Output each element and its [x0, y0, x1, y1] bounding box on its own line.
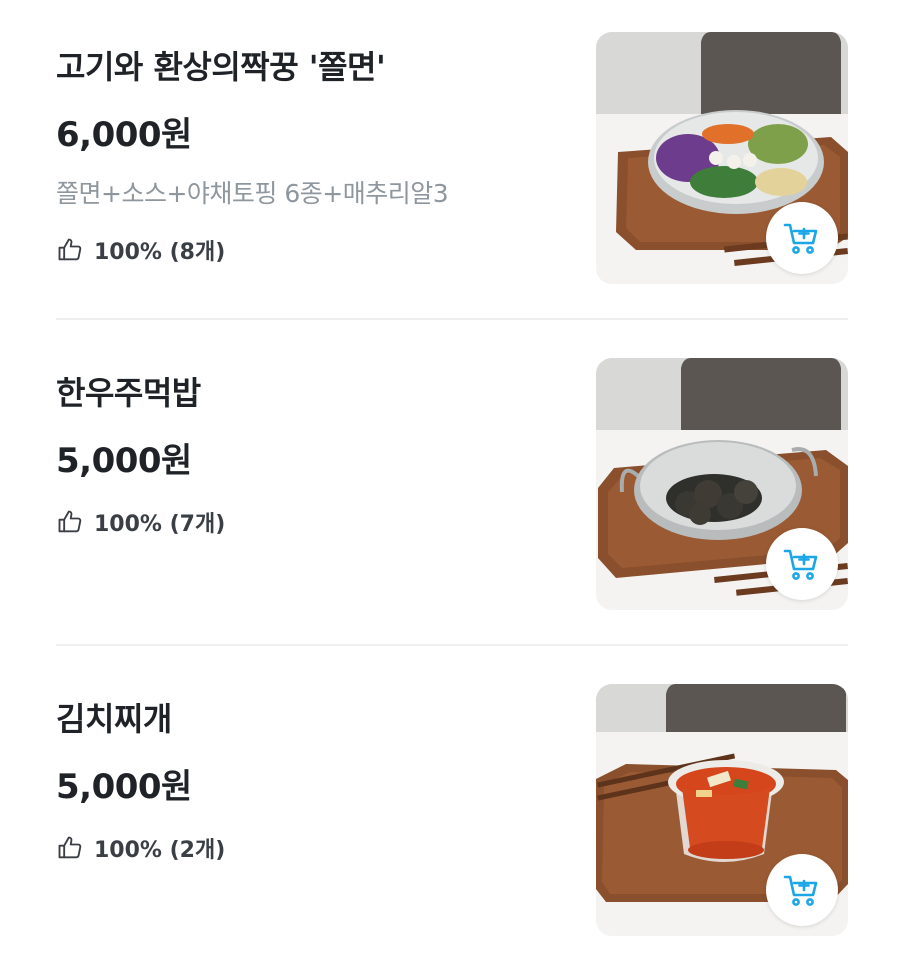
menu-item-rating: 100% (8개): [56, 234, 225, 266]
add-to-cart-button[interactable]: [766, 202, 838, 274]
menu-item-photo[interactable]: [596, 32, 848, 284]
menu-item-name: 고기와 환상의짝꿍 '쫄면': [56, 48, 386, 86]
menu-item-price: 6,000원: [56, 115, 192, 155]
cart-add-icon: [783, 875, 818, 906]
cart-add-icon: [783, 223, 818, 254]
add-to-cart-button[interactable]: [766, 528, 838, 600]
menu-item-name: 김치찌개: [56, 700, 172, 738]
menu-item-hanwoo-jumeokbap[interactable]: 한우주먹밥 5,000원 100% (7개): [56, 358, 848, 618]
menu-item-description: 쫄면+소스+야채토핑 6종+매추리알3: [56, 179, 449, 208]
cart-add-icon: [783, 549, 818, 580]
item-divider: [56, 318, 848, 320]
menu-item-photo[interactable]: [596, 358, 848, 610]
menu-item-rating: 100% (2개): [56, 832, 225, 864]
thumbs-up-icon: [58, 510, 82, 533]
add-to-cart-button[interactable]: [766, 854, 838, 926]
rating-text: 100% (7개): [94, 512, 226, 537]
item-divider: [56, 644, 848, 646]
menu-item-name: 한우주먹밥: [56, 374, 201, 412]
menu-item-price: 5,000원: [56, 441, 192, 481]
menu-item-jjolmyeon[interactable]: 고기와 환상의짝꿍 '쫄면' 6,000원 쫄면+소스+야채토핑 6종+매추리알…: [56, 32, 848, 292]
menu-item-price: 5,000원: [56, 767, 192, 807]
rating-text: 100% (2개): [94, 838, 226, 863]
menu-item-photo[interactable]: [596, 684, 848, 936]
thumbs-up-icon: [58, 238, 82, 261]
menu-item-rating: 100% (7개): [56, 506, 225, 538]
rating-text: 100% (8개): [94, 240, 226, 265]
thumbs-up-icon: [58, 836, 82, 859]
menu-item-kimchi-jjigae[interactable]: 김치찌개 5,000원 100% (2개): [56, 684, 848, 944]
